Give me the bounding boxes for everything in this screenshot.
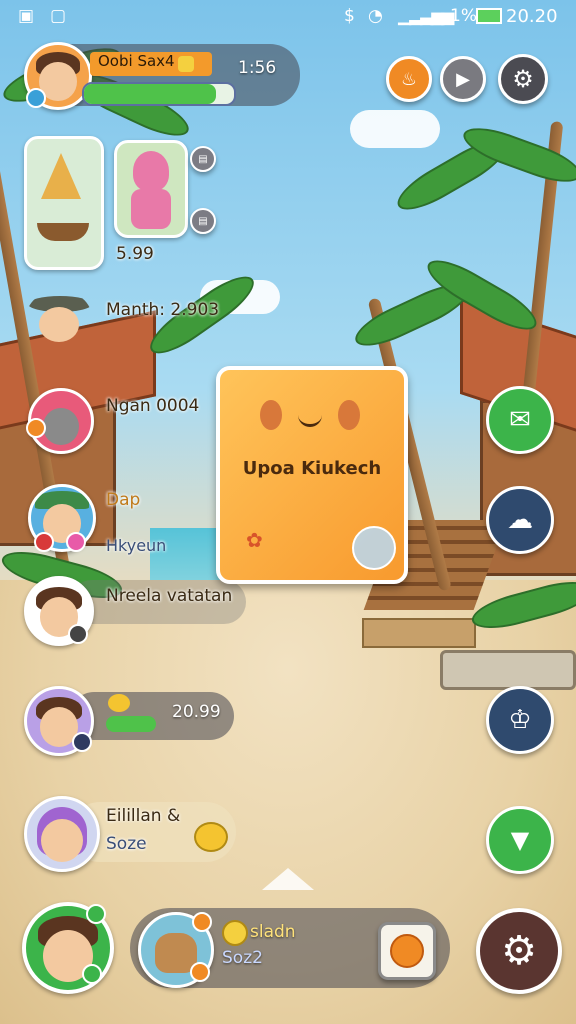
status-dot-icon xyxy=(66,532,86,552)
list-item-label[interactable]: Nreela vatatan xyxy=(106,586,232,606)
status-dot-icon xyxy=(68,624,88,644)
clock: 20.20 xyxy=(506,6,558,27)
fire-button[interactable]: ♨ xyxy=(386,56,432,102)
message-button[interactable]: ☁ xyxy=(486,486,554,554)
list-item-label[interactable]: Eilillan & xyxy=(106,806,180,826)
list-item-value: 20.99 xyxy=(172,702,221,722)
level-badge-icon xyxy=(26,88,46,108)
progress-bar xyxy=(106,716,156,732)
signal-icon-2: ▂▅ xyxy=(430,6,454,26)
list-item-sublabel: Hkyeun xyxy=(106,536,167,555)
character-item-card[interactable] xyxy=(114,140,188,238)
cat-icon xyxy=(108,694,130,712)
avatar-face xyxy=(41,818,83,862)
orange-fruit-icon xyxy=(390,934,424,968)
crown-icon: ♔ xyxy=(508,705,532,735)
player-name: Oobi Sax4 xyxy=(98,52,175,70)
center-reward-card[interactable]: Upoa Kiukech ✿ xyxy=(216,366,408,584)
avatar-face xyxy=(39,306,79,342)
status-dot-icon xyxy=(26,418,46,438)
caret-up-icon[interactable] xyxy=(262,868,314,890)
play-icon: ▶ xyxy=(456,68,470,90)
list-avatar[interactable] xyxy=(26,290,92,346)
avatar-face xyxy=(43,407,79,445)
level-badge-icon xyxy=(72,732,92,752)
wifi-icon: ◔ xyxy=(368,6,383,26)
level-badge-icon xyxy=(190,962,210,982)
player-timer: 1:56 xyxy=(238,58,277,78)
xp-bar xyxy=(82,82,236,106)
slot-icon: ▤ xyxy=(198,215,208,227)
list-item-label[interactable]: Dap xyxy=(106,490,140,510)
download-arrow-icon: ▼ xyxy=(510,826,530,854)
status-bar: ▣ ▢ $ ◔ ▁▂▃▅ ▂▅ 1% 20.20 xyxy=(0,0,576,32)
xp-bar-fill xyxy=(84,84,216,104)
status-dot-icon xyxy=(34,532,54,552)
gear-icon: ⚙ xyxy=(512,65,534,93)
coin-icon xyxy=(222,920,248,946)
character-body-icon xyxy=(131,189,171,229)
message-icon: ☁ xyxy=(507,505,533,535)
cat-icon xyxy=(194,822,228,852)
item-slot-button[interactable]: ▤ xyxy=(190,146,216,172)
coin-icon xyxy=(178,56,194,72)
level-badge-icon xyxy=(192,912,212,932)
slot-icon: ▤ xyxy=(198,153,208,165)
orange-item-button[interactable] xyxy=(378,922,436,980)
bottom-bar-label: sladn xyxy=(250,922,296,942)
list-item-sublabel: Soze xyxy=(106,834,147,854)
card-title: Upoa Kiukech xyxy=(242,458,382,479)
hijab-character-icon xyxy=(133,151,169,191)
boat-item-card[interactable] xyxy=(24,136,104,270)
level-badge-icon xyxy=(82,964,102,984)
list-avatar[interactable] xyxy=(24,796,100,872)
fire-icon: ♨ xyxy=(400,68,418,90)
item-slot-button-2[interactable]: ▤ xyxy=(190,208,216,234)
wooden-bench xyxy=(440,650,576,690)
settings-button[interactable]: ⚙ xyxy=(476,908,562,994)
dollar-icon: $ xyxy=(344,6,355,26)
item-value: 5.99 xyxy=(116,244,154,264)
battery-icon xyxy=(476,8,502,24)
settings-gear-icon: ⚙ xyxy=(501,928,537,974)
level-badge-icon xyxy=(86,904,106,924)
list-item-label[interactable]: Manth: 2.903 xyxy=(106,300,219,320)
settings-button-top[interactable]: ⚙ xyxy=(498,54,548,104)
chat-plus-icon: ✉ xyxy=(509,405,531,435)
download-button[interactable]: ▼ xyxy=(486,806,554,874)
bottom-bar-sublabel: Soz2 xyxy=(222,948,263,968)
card-smile-icon xyxy=(298,414,322,427)
notification-icon: ▣ xyxy=(18,6,35,26)
list-item-label[interactable]: Ngan 0004 xyxy=(106,396,199,416)
card-bubble-icon xyxy=(352,526,396,570)
play-button[interactable]: ▶ xyxy=(440,56,486,102)
wooden-plank xyxy=(362,618,476,648)
card-flower-icon: ✿ xyxy=(246,528,263,552)
card-eye-icon xyxy=(260,400,282,430)
battery-percent: 1% xyxy=(450,6,477,26)
notification-icon-2: ▢ xyxy=(50,6,67,26)
chat-plus-button[interactable]: ✉ xyxy=(486,386,554,454)
boat-hull-icon xyxy=(37,223,89,241)
card-eye-icon xyxy=(338,400,360,430)
boat-sail-icon xyxy=(41,153,81,199)
crown-button[interactable]: ♔ xyxy=(486,686,554,754)
cloud xyxy=(350,110,440,148)
